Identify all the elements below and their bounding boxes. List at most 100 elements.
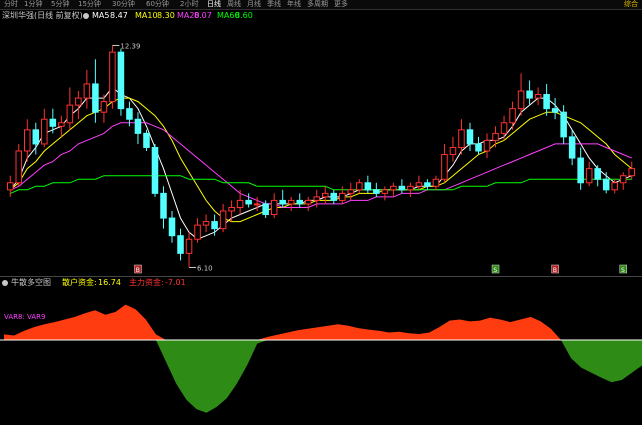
candle[interactable] (594, 165, 601, 187)
candle[interactable] (619, 172, 627, 190)
positive-area (4, 304, 642, 340)
candle[interactable] (330, 189, 338, 204)
candle[interactable] (41, 108, 48, 148)
candle[interactable] (356, 179, 363, 194)
candle[interactable] (109, 45, 116, 109)
candle[interactable] (219, 203, 227, 233)
candle[interactable] (551, 98, 559, 120)
indicator-chart[interactable]: VAR8: VAR9 (0, 289, 642, 424)
candle-body (560, 111, 567, 138)
candle[interactable] (441, 143, 448, 183)
candle[interactable] (83, 69, 91, 109)
candle[interactable] (75, 91, 82, 120)
candle[interactable] (398, 179, 406, 194)
candle[interactable] (449, 136, 457, 162)
candle-body (245, 199, 252, 205)
period-tab-3[interactable]: 15分钟 (78, 0, 101, 9)
candle[interactable] (236, 189, 244, 215)
candle[interactable] (534, 87, 542, 106)
candle[interactable] (15, 143, 23, 187)
candle[interactable] (364, 175, 372, 194)
candle[interactable] (321, 186, 329, 204)
period-tab-10[interactable]: 季线 (267, 0, 281, 9)
period-tab-5[interactable]: 60分钟 (146, 0, 169, 9)
candle-body (160, 192, 167, 219)
retail-funds-label: 散户资金: (62, 278, 97, 287)
candle-body (415, 182, 423, 187)
candle[interactable] (390, 182, 397, 197)
candle[interactable] (49, 108, 57, 134)
period-tab-4[interactable]: 30分钟 (112, 0, 135, 9)
candle-body (339, 192, 346, 201)
candle[interactable] (304, 196, 312, 211)
candle[interactable] (407, 182, 414, 197)
candle[interactable] (228, 200, 235, 222)
period-tab-12[interactable]: 多周期 (307, 0, 328, 9)
period-tab-1[interactable]: 1分钟 (24, 0, 42, 9)
period-tab-8[interactable]: 周线 (227, 0, 241, 9)
candle[interactable] (492, 126, 499, 148)
candle[interactable] (339, 186, 346, 204)
period-tab-11[interactable]: 年线 (287, 0, 301, 9)
candle[interactable] (415, 175, 423, 190)
candle[interactable] (66, 87, 74, 130)
period-tab-0[interactable]: 分时 (4, 0, 18, 9)
candle[interactable] (483, 133, 491, 159)
candle[interactable] (509, 101, 516, 130)
pane-divider[interactable] (0, 276, 642, 277)
candlestick-chart[interactable]: 12.39 6.10 B S B S (0, 23, 642, 276)
candle[interactable] (151, 143, 159, 197)
settings-dot-icon[interactable] (83, 13, 89, 19)
candle[interactable] (202, 214, 210, 233)
candle[interactable] (560, 105, 567, 144)
candle[interactable] (466, 122, 474, 151)
signal-marker[interactable]: B (551, 264, 559, 274)
candle[interactable] (381, 186, 389, 201)
period-tab-2[interactable]: 5分钟 (51, 0, 69, 9)
candle[interactable] (160, 186, 167, 229)
candle[interactable] (475, 136, 482, 155)
candle[interactable] (6, 175, 14, 197)
period-tab-13[interactable]: 更多 (334, 0, 348, 9)
candle-body (364, 182, 372, 191)
ma-line-ma20 (10, 122, 632, 208)
candle[interactable] (373, 182, 380, 197)
candle[interactable] (143, 129, 150, 151)
candle[interactable] (347, 182, 355, 201)
candle[interactable] (287, 196, 295, 211)
candle[interactable] (134, 112, 142, 144)
candle[interactable] (194, 218, 201, 243)
candle[interactable] (253, 196, 261, 211)
candle[interactable] (296, 193, 303, 208)
candle[interactable] (517, 73, 525, 116)
candle[interactable] (58, 115, 65, 137)
period-tab-6[interactable]: 2小时 (180, 0, 198, 9)
candle[interactable] (577, 147, 584, 190)
candle[interactable] (432, 175, 440, 190)
candle-body (441, 154, 448, 180)
candle[interactable] (585, 161, 593, 187)
candle[interactable] (568, 129, 576, 166)
candle[interactable] (543, 83, 550, 116)
candle[interactable] (168, 211, 176, 243)
signal-marker[interactable]: S (491, 264, 500, 274)
signal-marker[interactable]: B (134, 264, 142, 274)
indicator-settings-dot-icon[interactable] (2, 280, 8, 286)
candle[interactable] (424, 179, 431, 190)
candle[interactable] (245, 193, 252, 208)
candle[interactable] (500, 115, 508, 141)
candle[interactable] (602, 172, 610, 194)
candle-body (483, 139, 491, 152)
candle[interactable] (185, 232, 193, 268)
candle-body (398, 185, 406, 191)
period-tab-7[interactable]: 日线 (207, 0, 221, 9)
candle[interactable] (526, 80, 533, 106)
candle[interactable] (100, 94, 108, 123)
candle[interactable] (270, 193, 278, 219)
candle[interactable] (117, 48, 125, 116)
signal-marker[interactable]: S (619, 264, 627, 274)
candle[interactable] (279, 189, 286, 208)
period-tab-9[interactable]: 月线 (247, 0, 261, 9)
candle[interactable] (177, 228, 184, 261)
marker-label: S (493, 267, 497, 274)
